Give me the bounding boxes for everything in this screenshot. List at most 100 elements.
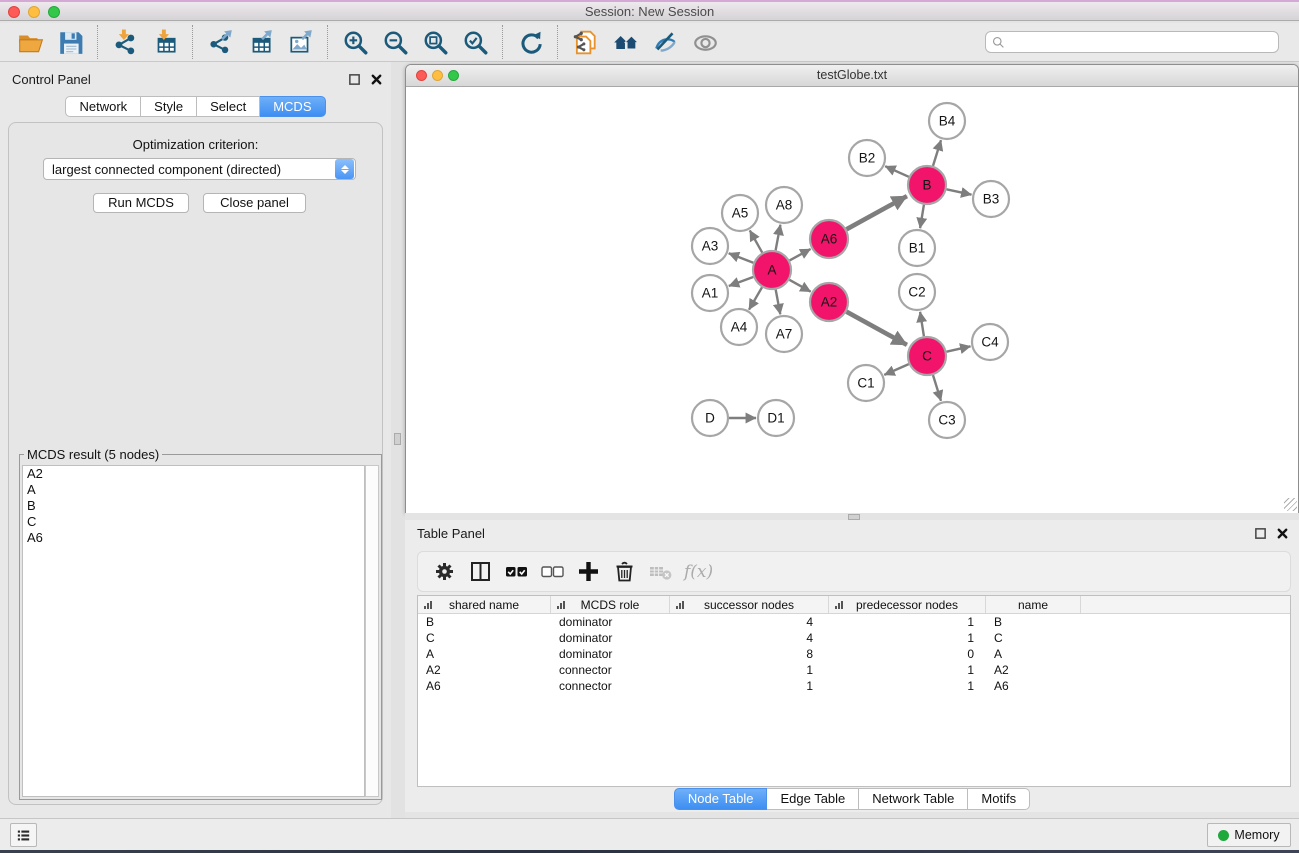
column-chooser-button[interactable] xyxy=(462,556,498,588)
import-table-button[interactable] xyxy=(145,25,185,59)
mcds-result-item[interactable]: A xyxy=(23,482,364,498)
table-cell[interactable]: dominator xyxy=(551,614,670,630)
network-canvas[interactable]: B4 B2 B B3 A8 A5 A6 A3 B1 A C2 A1 A2 xyxy=(406,88,1298,513)
tab-network-table[interactable]: Network Table xyxy=(859,788,968,810)
network-node-C3[interactable]: C3 xyxy=(929,402,965,438)
network-edge-A-A7[interactable] xyxy=(776,290,781,315)
network-edge-A-A1[interactable] xyxy=(729,277,753,286)
mcds-result-scrollbar[interactable] xyxy=(365,465,379,797)
table-cell[interactable]: dominator xyxy=(551,646,670,662)
table-cell[interactable]: A2 xyxy=(986,662,1081,678)
tab-mcds[interactable]: MCDS xyxy=(260,96,325,117)
network-node-B4[interactable]: B4 xyxy=(929,103,965,139)
network-node-A2[interactable]: A2 xyxy=(810,283,848,321)
resize-grip[interactable] xyxy=(1284,498,1297,511)
table-cell[interactable]: B xyxy=(986,614,1081,630)
network-node-A3[interactable]: A3 xyxy=(692,228,728,264)
delete-table-button[interactable] xyxy=(642,556,678,588)
table-row-A2[interactable]: A2connector11A2 xyxy=(418,662,1290,678)
search-input[interactable] xyxy=(1009,35,1272,49)
table-cell[interactable]: 8 xyxy=(670,646,829,662)
network-node-A4[interactable]: A4 xyxy=(721,309,757,345)
refresh-network-button[interactable] xyxy=(510,25,550,59)
task-history-button[interactable] xyxy=(10,823,37,847)
network-node-C4[interactable]: C4 xyxy=(972,324,1008,360)
show-graphics-eye-button[interactable] xyxy=(685,25,725,59)
tab-style[interactable]: Style xyxy=(141,96,197,117)
mcds-result-item[interactable]: B xyxy=(23,498,364,514)
open-session-button[interactable] xyxy=(10,25,50,59)
table-cell[interactable]: 4 xyxy=(670,630,829,646)
network-edge-B-B3[interactable] xyxy=(947,189,972,194)
network-node-B2[interactable]: B2 xyxy=(849,140,885,176)
export-image-button[interactable] xyxy=(280,25,320,59)
network-edge-B-B4[interactable] xyxy=(933,140,941,166)
deselect-all-rows-button[interactable] xyxy=(534,556,570,588)
network-node-B1[interactable]: B1 xyxy=(899,230,935,266)
table-cell[interactable]: connector xyxy=(551,678,670,694)
network-node-C[interactable]: C xyxy=(908,337,946,375)
network-node-A[interactable]: A xyxy=(753,251,791,289)
float-panel-icon[interactable] xyxy=(348,73,361,86)
column-header-predecessor-nodes[interactable]: predecessor nodes xyxy=(829,596,986,613)
table-cell[interactable]: 1 xyxy=(829,614,986,630)
tab-edge-table[interactable]: Edge Table xyxy=(767,788,859,810)
memory-button[interactable]: Memory xyxy=(1207,823,1291,847)
network-edge-B-B1[interactable] xyxy=(920,205,924,228)
criterion-dropdown[interactable]: largest connected component (directed) xyxy=(43,158,356,180)
table-cell[interactable]: 0 xyxy=(829,646,986,662)
table-cell[interactable]: dominator xyxy=(551,630,670,646)
network-edge-B-B2[interactable] xyxy=(885,166,909,177)
table-settings-gear-button[interactable] xyxy=(426,556,462,588)
network-edge-A-A5[interactable] xyxy=(750,230,762,252)
export-table-button[interactable] xyxy=(240,25,280,59)
network-edge-A6-B[interactable] xyxy=(847,196,907,229)
close-panel-icon[interactable] xyxy=(1276,527,1289,540)
table-cell[interactable]: B xyxy=(418,614,551,630)
network-node-B[interactable]: B xyxy=(908,166,946,204)
table-cell[interactable]: A6 xyxy=(418,678,551,694)
float-panel-icon[interactable] xyxy=(1254,527,1267,540)
table-cell[interactable]: A xyxy=(986,646,1081,662)
table-cell[interactable]: C xyxy=(418,630,551,646)
zoom-in-button[interactable] xyxy=(335,25,375,59)
column-header-name[interactable]: name xyxy=(986,596,1081,613)
search-box[interactable] xyxy=(985,31,1279,53)
select-all-rows-button[interactable] xyxy=(498,556,534,588)
mcds-result-item[interactable]: A2 xyxy=(23,466,364,482)
network-edge-C-C3[interactable] xyxy=(933,375,941,401)
network-edge-A-A8[interactable] xyxy=(776,225,781,251)
table-cell[interactable]: 1 xyxy=(670,678,829,694)
table-cell[interactable]: 1 xyxy=(670,662,829,678)
column-header-MCDS-role[interactable]: MCDS role xyxy=(551,596,670,613)
tab-node-table[interactable]: Node Table xyxy=(674,788,768,810)
vizmap-eye-button[interactable] xyxy=(645,25,685,59)
network-edge-A-A2[interactable] xyxy=(789,280,810,292)
network-node-A7[interactable]: A7 xyxy=(766,316,802,352)
network-edge-A2-C[interactable] xyxy=(847,312,907,345)
column-header-shared-name[interactable]: shared name xyxy=(418,596,551,613)
table-cell[interactable]: A2 xyxy=(418,662,551,678)
network-edge-A-A4[interactable] xyxy=(749,287,762,309)
network-edge-C-C2[interactable] xyxy=(920,312,924,336)
zoom-out-button[interactable] xyxy=(375,25,415,59)
column-header-successor-nodes[interactable]: successor nodes xyxy=(670,596,829,613)
import-network-button[interactable] xyxy=(105,25,145,59)
network-edge-A-A3[interactable] xyxy=(729,253,754,263)
zoom-fit-button[interactable] xyxy=(415,25,455,59)
table-cell[interactable]: 1 xyxy=(829,662,986,678)
network-node-D1[interactable]: D1 xyxy=(758,400,794,436)
mcds-result-item[interactable]: C xyxy=(23,514,364,530)
network-node-C1[interactable]: C1 xyxy=(848,365,884,401)
table-row-A[interactable]: Adominator80A xyxy=(418,646,1290,662)
close-panel-button[interactable]: Close panel xyxy=(203,193,306,213)
table-row-B[interactable]: Bdominator41B xyxy=(418,614,1290,630)
function-builder-button[interactable]: f(x) xyxy=(684,562,713,582)
run-mcds-button[interactable]: Run MCDS xyxy=(93,193,189,213)
network-node-A1[interactable]: A1 xyxy=(692,275,728,311)
export-network-button[interactable] xyxy=(200,25,240,59)
network-node-C2[interactable]: C2 xyxy=(899,274,935,310)
delete-column-button[interactable] xyxy=(606,556,642,588)
table-row-A6[interactable]: A6connector11A6 xyxy=(418,678,1290,694)
table-cell[interactable]: C xyxy=(986,630,1081,646)
